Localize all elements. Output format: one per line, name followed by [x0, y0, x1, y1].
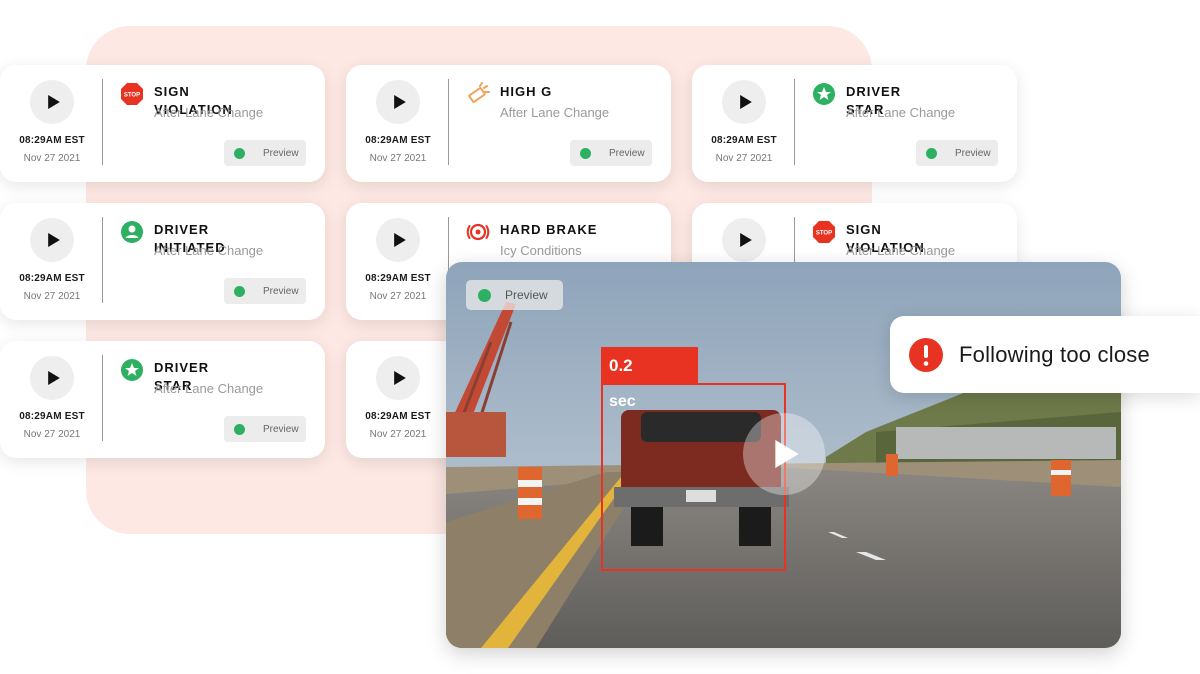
event-time: 08:29AM EST: [365, 135, 431, 146]
preview-label: Preview: [263, 147, 299, 159]
event-time: 08:29AM EST: [365, 273, 431, 284]
star-icon: [812, 82, 836, 106]
preview-button[interactable]: Preview: [224, 416, 306, 442]
event-time: 08:29AM EST: [711, 135, 777, 146]
video-preview-label: Preview: [505, 288, 548, 302]
detection-value: 0.2: [601, 347, 698, 384]
event-card[interactable]: 08:29AM EST Nov 27 2021 STOP SIGN VIOLAT…: [0, 65, 325, 182]
event-subtitle: After Lane Change: [154, 381, 264, 396]
status-dot-icon: [580, 147, 591, 159]
preview-button[interactable]: Preview: [570, 140, 652, 166]
stop-sign-text: STOP: [124, 93, 140, 99]
event-time: 08:29AM EST: [365, 411, 431, 422]
status-dot-icon: [478, 288, 491, 302]
divider: [102, 217, 103, 303]
event-time: 08:29AM EST: [19, 135, 85, 146]
event-subtitle: After Lane Change: [846, 105, 956, 120]
preview-button[interactable]: Preview: [224, 140, 306, 166]
play-icon: [47, 371, 60, 385]
preview-button[interactable]: Preview: [224, 278, 306, 304]
status-dot-icon: [234, 285, 245, 297]
divider: [102, 79, 103, 165]
event-subtitle: Icy Conditions: [500, 243, 582, 258]
stop-sign-text: STOP: [816, 231, 832, 237]
play-button[interactable]: [376, 218, 420, 262]
play-icon: [739, 95, 752, 109]
event-subtitle: After Lane Change: [500, 105, 610, 120]
play-button[interactable]: [376, 356, 420, 400]
alert-toast: Following too close: [890, 316, 1200, 393]
preview-button[interactable]: Preview: [916, 140, 998, 166]
event-date: Nov 27 2021: [23, 291, 81, 302]
play-icon: [739, 233, 752, 247]
event-date: Nov 27 2021: [369, 153, 427, 164]
status-dot-icon: [234, 147, 245, 159]
exclamation-circle-icon: [909, 337, 943, 372]
driver-user-icon: [120, 220, 144, 244]
event-card[interactable]: 08:29AM EST Nov 27 2021 DRIVER STAR Afte…: [0, 341, 325, 458]
status-dot-icon: [234, 423, 245, 435]
event-card[interactable]: 08:29AM EST Nov 27 2021 DRIVER INITIATED…: [0, 203, 325, 320]
preview-label: Preview: [609, 147, 645, 159]
play-icon: [393, 233, 406, 247]
event-time: 08:29AM EST: [19, 411, 85, 422]
event-time: 08:29AM EST: [19, 273, 85, 284]
play-button[interactable]: [722, 80, 766, 124]
high-g-icon: [466, 82, 490, 106]
event-subtitle: After Lane Change: [154, 105, 264, 120]
event-date: Nov 27 2021: [369, 429, 427, 440]
divider: [794, 79, 795, 165]
event-card[interactable]: 08:29AM EST Nov 27 2021 HIGH G After Lan…: [346, 65, 671, 182]
event-date: Nov 27 2021: [715, 153, 773, 164]
play-icon: [393, 95, 406, 109]
event-date: Nov 27 2021: [23, 429, 81, 440]
event-title: HIGH G: [500, 84, 553, 99]
preview-label: Preview: [263, 285, 299, 297]
play-button[interactable]: [376, 80, 420, 124]
play-icon: [47, 95, 60, 109]
stop-sign-icon: STOP: [812, 220, 836, 244]
play-icon: [47, 233, 60, 247]
preview-label: Preview: [263, 423, 299, 435]
star-icon: [120, 358, 144, 382]
play-button[interactable]: [30, 356, 74, 400]
event-date: Nov 27 2021: [369, 291, 427, 302]
event-subtitle: After Lane Change: [154, 243, 264, 258]
video-preview-badge[interactable]: Preview: [466, 280, 563, 310]
event-title: HARD BRAKE: [500, 222, 598, 237]
divider: [102, 355, 103, 441]
play-button[interactable]: [30, 80, 74, 124]
detection-unit: sec: [609, 393, 636, 410]
event-date: Nov 27 2021: [23, 153, 81, 164]
video-play-button[interactable]: [743, 413, 825, 495]
hard-brake-icon: [466, 220, 490, 244]
play-button[interactable]: [722, 218, 766, 262]
alert-text: Following too close: [959, 341, 1150, 367]
play-icon: [393, 371, 406, 385]
divider: [448, 79, 449, 165]
stop-sign-icon: STOP: [120, 82, 144, 106]
preview-label: Preview: [955, 147, 991, 159]
event-subtitle: After Lane Change: [846, 243, 956, 258]
play-button[interactable]: [30, 218, 74, 262]
status-dot-icon: [926, 147, 937, 159]
play-icon: [775, 440, 799, 468]
event-card[interactable]: 08:29AM EST Nov 27 2021 DRIVER STAR Afte…: [692, 65, 1017, 182]
